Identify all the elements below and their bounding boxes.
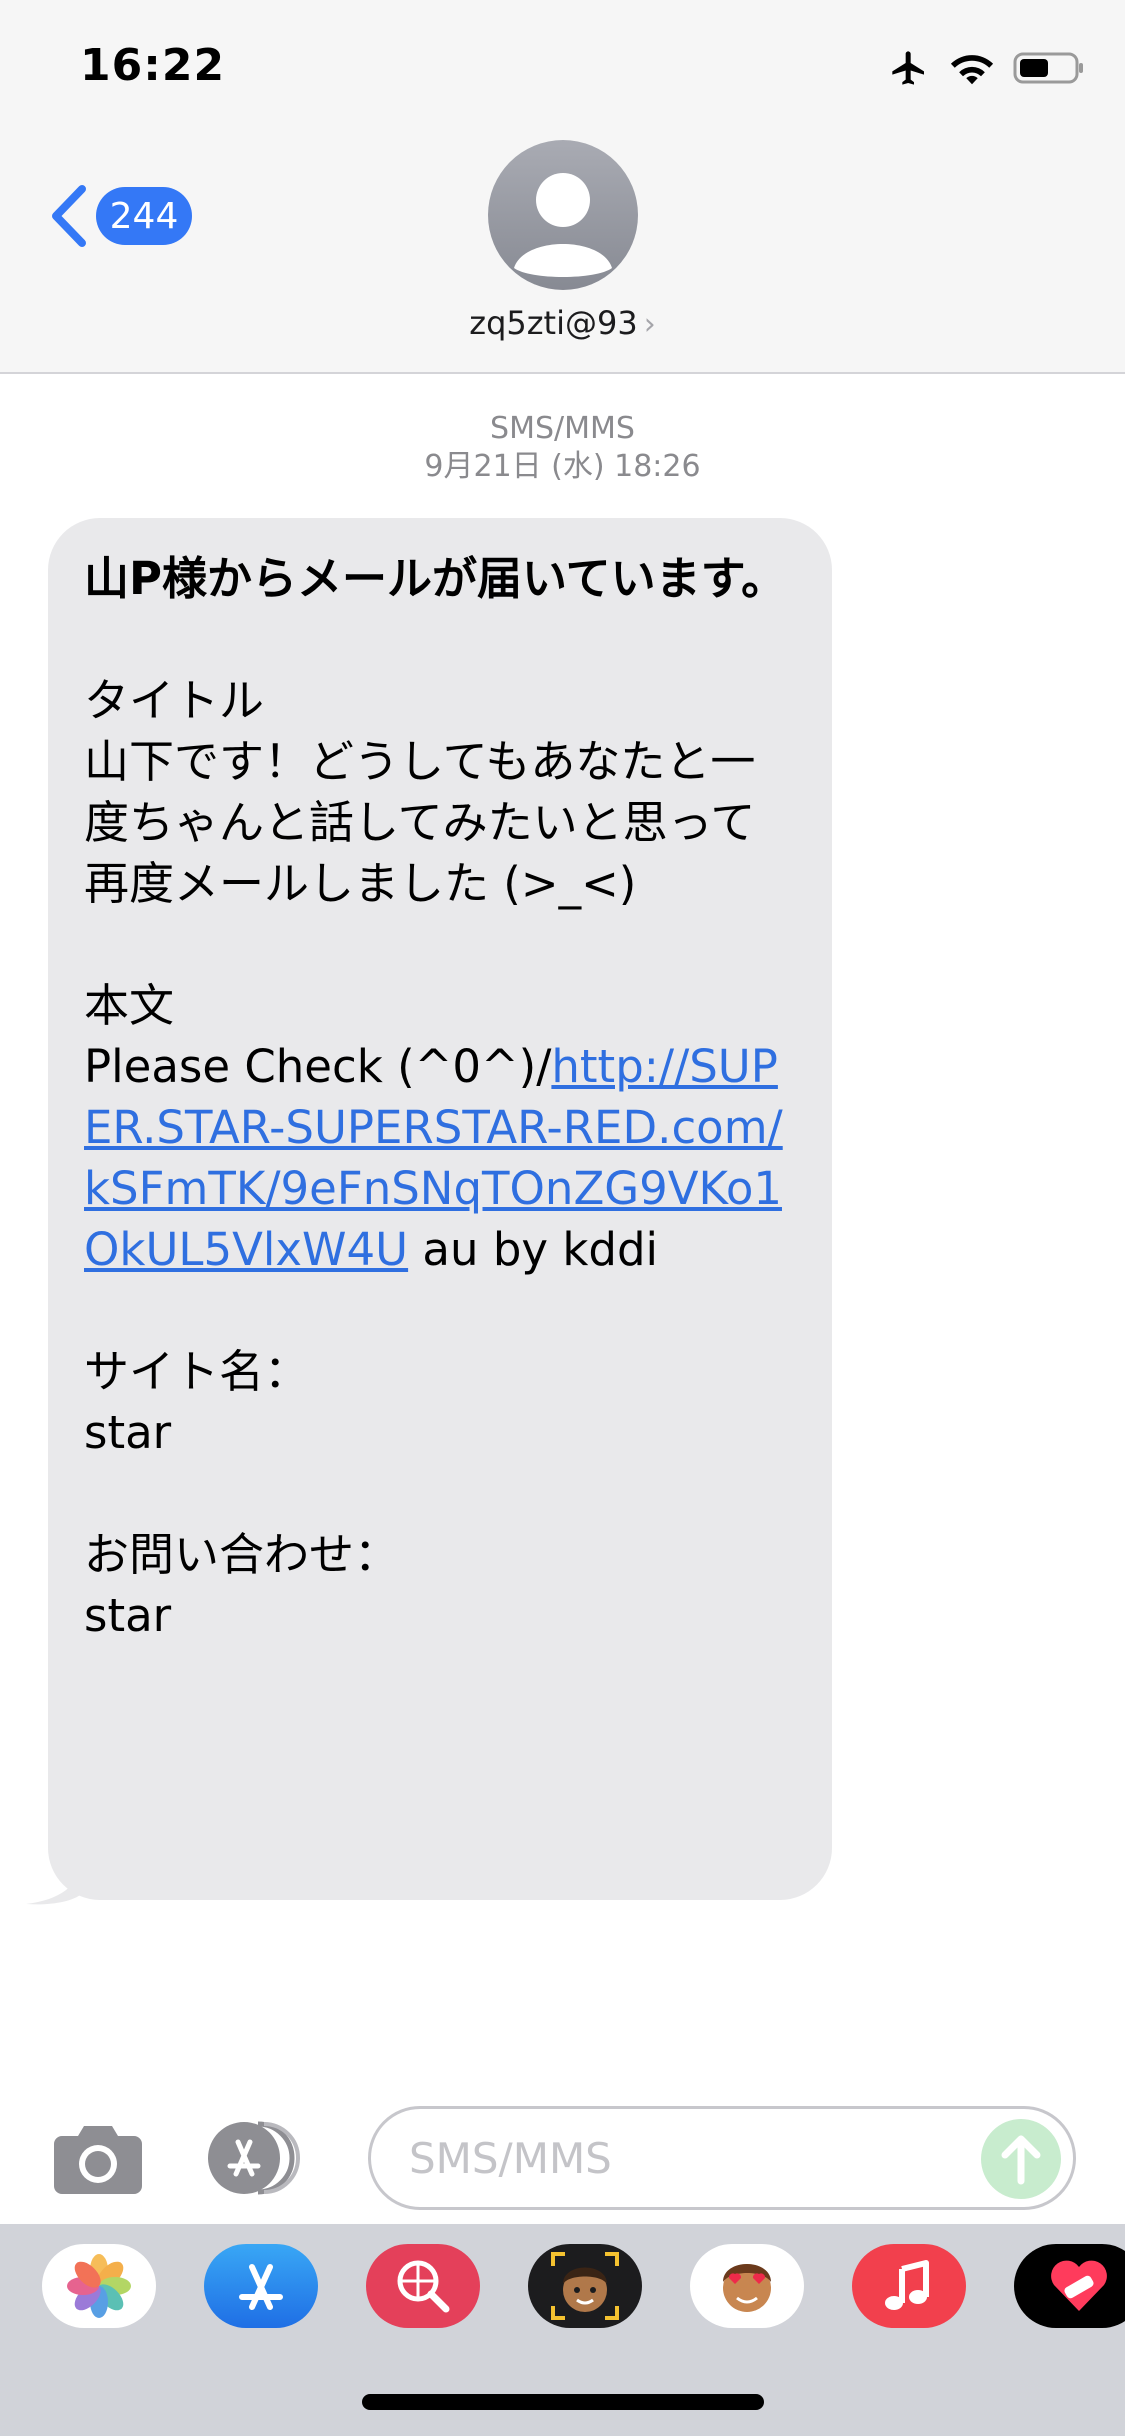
message-body-part-2: au by kddi サイト名： star お問い合わせ： star [84, 1223, 659, 1642]
status-icons [869, 46, 1085, 90]
app-store[interactable] [204, 2244, 318, 2328]
home-indicator[interactable] [362, 2394, 764, 2410]
status-time: 16:22 [80, 40, 226, 91]
service-label: SMS/MMS [490, 411, 635, 446]
app-photos[interactable] [42, 2244, 156, 2328]
chevron-left-icon [52, 185, 86, 247]
back-button[interactable]: 244 [48, 180, 192, 252]
person-icon [514, 173, 612, 277]
app-web-search[interactable] [366, 2244, 480, 2328]
heart-eyes-memoji-icon [723, 2264, 771, 2312]
app-store-icon [208, 2121, 300, 2195]
memoji-face-icon [551, 2252, 619, 2320]
message-headline: 山P様からメールが届いています。 [84, 552, 787, 605]
app-animoji-stickers[interactable] [690, 2244, 804, 2328]
contact-name: zq5zti@93 [469, 304, 638, 342]
message-input-placeholder: SMS/MMS [409, 2133, 612, 2183]
message-timestamp: 9月21日 (水) 18:26 [424, 449, 701, 484]
contact-name-button[interactable]: zq5zti@93 › [0, 304, 1125, 342]
contact-avatar[interactable] [488, 140, 638, 290]
message-meta: SMS/MMS 9月21日 (水) 18:26 [0, 410, 1125, 486]
apps-button[interactable] [206, 2120, 318, 2196]
chevron-right-icon: › [643, 307, 656, 342]
globe-search-icon [397, 2260, 450, 2313]
camera-button[interactable] [52, 2122, 144, 2194]
wifi-icon [950, 55, 994, 85]
app-heart-stickers[interactable] [1014, 2244, 1125, 2328]
message-body-part-1: タイトル 山下です！どうしてもあなたと一度ちゃんと話してみたいと思って再度メール… [84, 674, 756, 1093]
bandaged-heart-icon [1051, 2260, 1107, 2311]
arrow-up-icon [1001, 2135, 1041, 2185]
app-memoji[interactable] [528, 2244, 642, 2328]
conversation-header: 16:22 244 zq5zti@93 › [0, 0, 1125, 374]
app-music[interactable] [852, 2244, 966, 2328]
send-button[interactable] [981, 2119, 1061, 2199]
photos-icon [67, 2254, 131, 2318]
message-text: 山P様からメールが届いています。 タイトル 山下です！どうしてもあなたと一度ちゃ… [84, 548, 796, 1646]
incoming-message-bubble[interactable]: 山P様からメールが届いています。 タイトル 山下です！どうしてもあなたと一度ちゃ… [48, 518, 832, 1900]
app-store-icon [239, 2264, 283, 2310]
camera-icon [54, 2126, 142, 2194]
airplane-mode-icon [892, 51, 924, 85]
message-input[interactable]: SMS/MMS [368, 2106, 1076, 2210]
battery-icon [1013, 52, 1083, 84]
unread-count-badge: 244 [96, 187, 192, 245]
compose-bar: SMS/MMS [0, 2106, 1125, 2210]
music-note-icon [885, 2260, 929, 2310]
